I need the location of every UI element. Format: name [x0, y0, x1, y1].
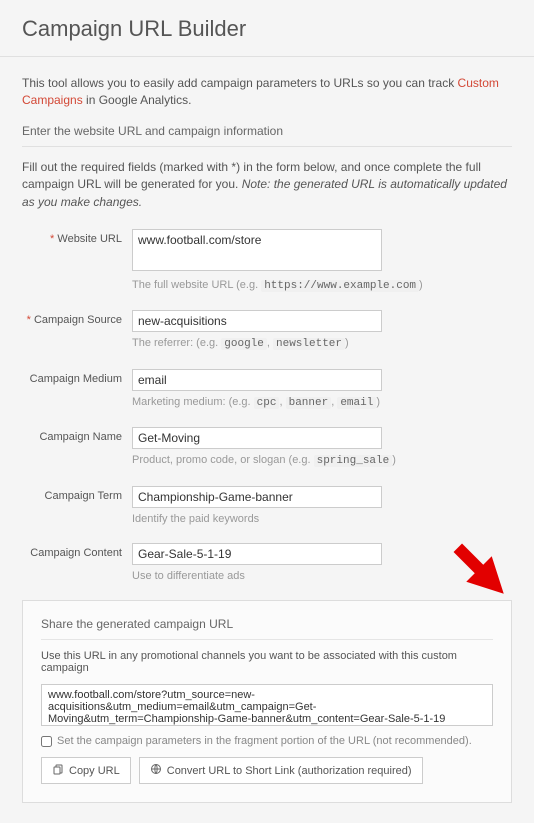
label-campaign-source: * Campaign Source [22, 310, 132, 352]
hint-campaign-content: Use to differentiate ads [132, 569, 512, 584]
label-text: Website URL [57, 233, 122, 245]
page-title: Campaign URL Builder [0, 0, 534, 57]
campaign-content-input[interactable] [132, 543, 382, 565]
intro-text: This tool allows you to easily add campa… [22, 75, 512, 110]
campaign-medium-input[interactable] [132, 369, 382, 391]
share-description: Use this URL in any promotional channels… [41, 650, 493, 674]
fragment-label: Set the campaign parameters in the fragm… [57, 735, 472, 747]
required-marker: * [27, 314, 31, 326]
hint-text: The full website URL (e.g. [132, 279, 261, 291]
section-heading: Enter the website URL and campaign infor… [22, 124, 512, 147]
hint-campaign-term: Identify the paid keywords [132, 512, 512, 527]
convert-url-button[interactable]: Convert URL to Short Link (authorization… [139, 757, 423, 784]
hint-campaign-name: Product, promo code, or slogan (e.g. spr… [132, 453, 512, 469]
intro-prefix: This tool allows you to easily add campa… [22, 76, 458, 90]
hint-code: google [221, 338, 267, 350]
campaign-term-input[interactable] [132, 486, 382, 508]
hint-text: Product, promo code, or slogan (e.g. [132, 454, 314, 466]
row-website-url: * Website URL www.football.com/store The… [22, 229, 512, 294]
label-campaign-medium: Campaign Medium [22, 369, 132, 411]
hint-text: ) [392, 454, 396, 466]
label-campaign-name: Campaign Name [22, 427, 132, 469]
label-website-url: * Website URL [22, 229, 132, 294]
hint-website-url: The full website URL (e.g. https://www.e… [132, 278, 512, 294]
row-campaign-content: Campaign Content Use to differentiate ad… [22, 543, 512, 584]
hint-code: email [337, 397, 376, 409]
clipboard-icon [52, 763, 64, 778]
hint-campaign-source: The referrer: (e.g. google, newsletter) [132, 336, 512, 352]
copy-url-button[interactable]: Copy URL [41, 757, 131, 784]
hint-text: ) [376, 396, 380, 408]
hint-campaign-medium: Marketing medium: (e.g. cpc, banner, ema… [132, 395, 512, 411]
row-campaign-source: * Campaign Source The referrer: (e.g. go… [22, 310, 512, 352]
hint-code: banner [286, 397, 332, 409]
link-icon [150, 763, 162, 778]
button-label: Convert URL to Short Link (authorization… [167, 765, 412, 777]
instructions: Fill out the required fields (marked wit… [22, 159, 512, 211]
generated-url-output[interactable]: www.football.com/store?utm_source=new-ac… [41, 684, 493, 726]
row-campaign-medium: Campaign Medium Marketing medium: (e.g. … [22, 369, 512, 411]
hint-text: Marketing medium: (e.g. [132, 396, 254, 408]
required-marker: * [50, 233, 54, 245]
website-url-input[interactable]: www.football.com/store [132, 229, 382, 271]
campaign-source-input[interactable] [132, 310, 382, 332]
campaign-name-input[interactable] [132, 427, 382, 449]
hint-text: , [279, 396, 285, 408]
hint-text: ) [345, 337, 349, 349]
button-label: Copy URL [69, 765, 120, 777]
hint-text: ) [419, 279, 423, 291]
share-heading: Share the generated campaign URL [41, 617, 493, 640]
intro-suffix: in Google Analytics. [83, 93, 192, 107]
label-campaign-content: Campaign Content [22, 543, 132, 584]
hint-code: spring_sale [314, 455, 393, 467]
hint-code: newsletter [273, 338, 345, 350]
hint-text: The referrer: (e.g. [132, 337, 221, 349]
row-campaign-term: Campaign Term Identify the paid keywords [22, 486, 512, 527]
row-campaign-name: Campaign Name Product, promo code, or sl… [22, 427, 512, 469]
label-text: Campaign Source [34, 314, 122, 326]
share-panel: Share the generated campaign URL Use thi… [22, 600, 512, 803]
label-campaign-term: Campaign Term [22, 486, 132, 527]
hint-code: https://www.example.com [261, 280, 419, 292]
hint-code: cpc [254, 397, 280, 409]
fragment-checkbox[interactable] [41, 736, 52, 747]
